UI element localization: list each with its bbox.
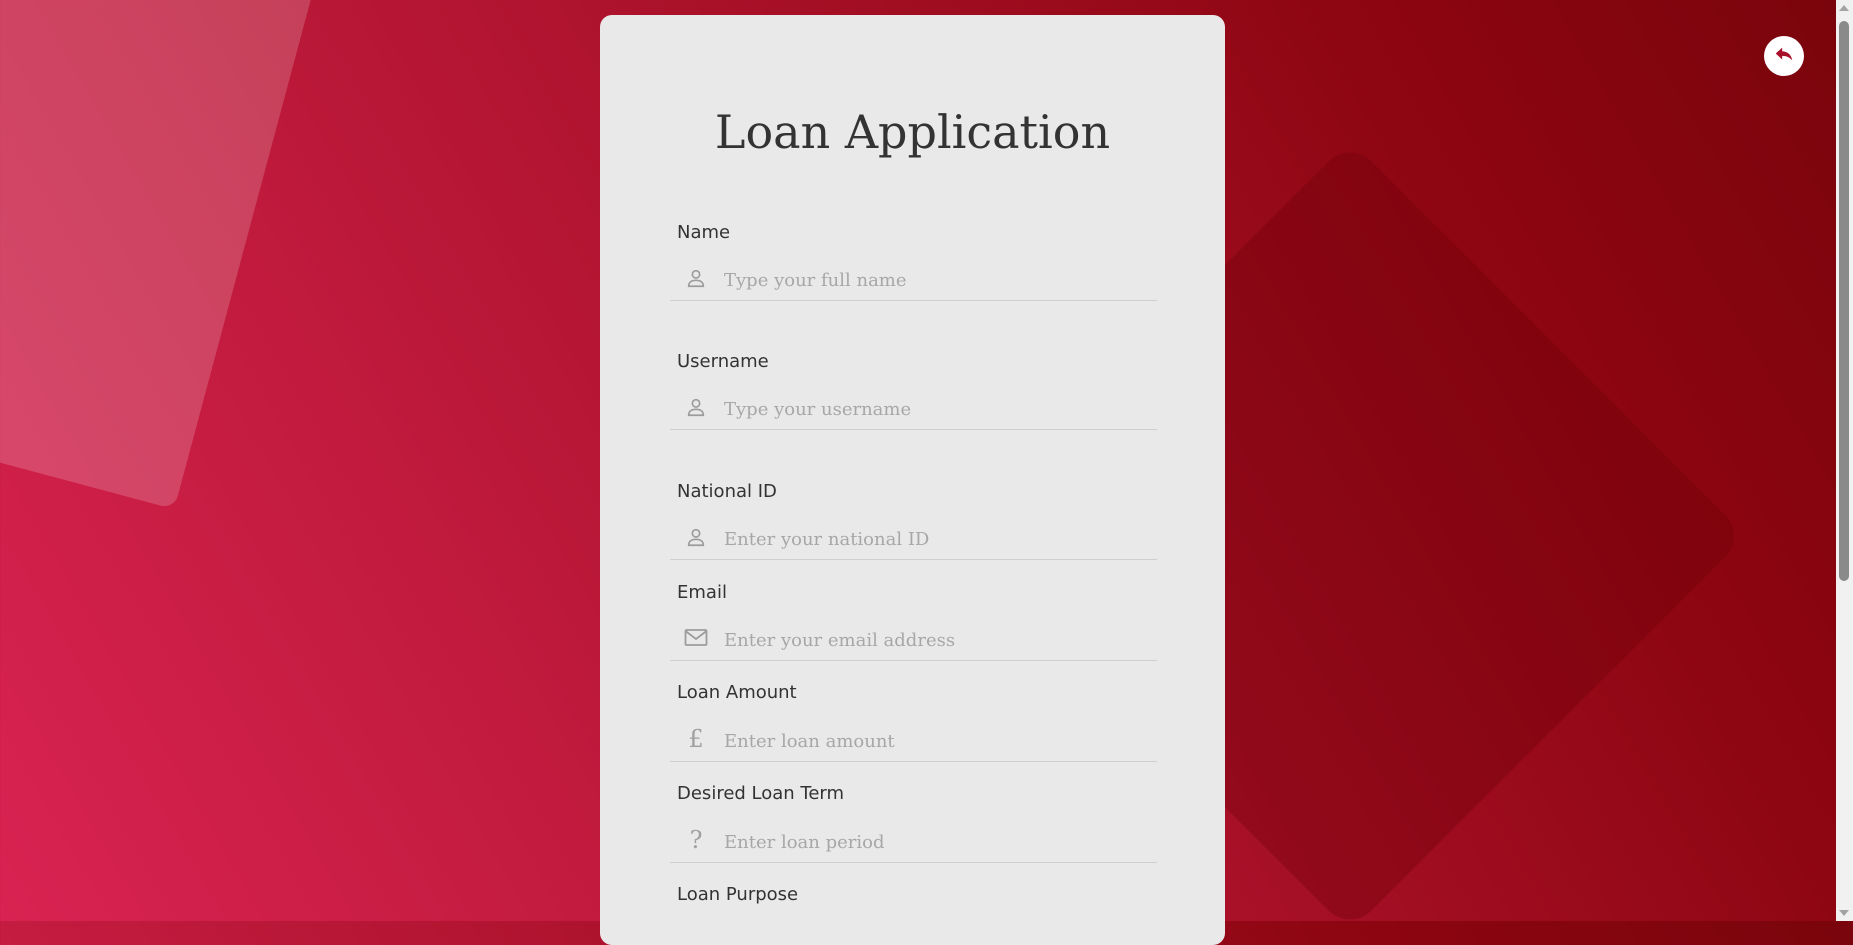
name-input-row: [670, 260, 1157, 301]
field-label: National ID: [677, 481, 777, 502]
question-icon: ?: [684, 828, 708, 852]
email-input-row: [670, 620, 1157, 661]
loan-application-card: Loan Application Name Username National …: [600, 15, 1225, 945]
loan-term-input-row: ?: [670, 822, 1157, 863]
user-icon: [684, 395, 708, 419]
loan-amount-input-row: £: [670, 721, 1157, 762]
username-input[interactable]: [722, 391, 1146, 427]
mail-icon: [684, 626, 708, 650]
field-label: Name: [677, 222, 731, 243]
pound-icon: £: [684, 727, 708, 751]
national-id-input-row: [670, 519, 1157, 560]
scrollbar-thumb[interactable]: [1839, 21, 1849, 581]
national-id-input[interactable]: [722, 521, 1146, 557]
field-label: Loan Purpose: [677, 884, 799, 905]
question-glyph: ?: [689, 826, 703, 854]
loan-term-input[interactable]: [722, 824, 1146, 860]
reply-arrow-icon: [1773, 43, 1795, 69]
user-icon: [684, 266, 708, 290]
pound-glyph: £: [688, 725, 704, 753]
field-label: Email: [677, 582, 727, 603]
scroll-down-arrow-icon[interactable]: [1839, 910, 1849, 916]
user-icon: [684, 525, 708, 549]
background-decoration-left: [0, 0, 325, 510]
username-input-row: [670, 389, 1157, 430]
scroll-up-arrow-icon[interactable]: [1839, 5, 1849, 11]
field-label: Username: [677, 351, 769, 372]
loan-amount-input[interactable]: [722, 723, 1146, 759]
field-label: Desired Loan Term: [677, 783, 845, 804]
field-label: Loan Amount: [677, 682, 797, 703]
page-title: Loan Application: [714, 105, 1111, 159]
back-button[interactable]: [1764, 36, 1804, 76]
email-input[interactable]: [722, 622, 1146, 658]
vertical-scrollbar[interactable]: [1836, 0, 1853, 921]
name-input[interactable]: [722, 262, 1146, 298]
